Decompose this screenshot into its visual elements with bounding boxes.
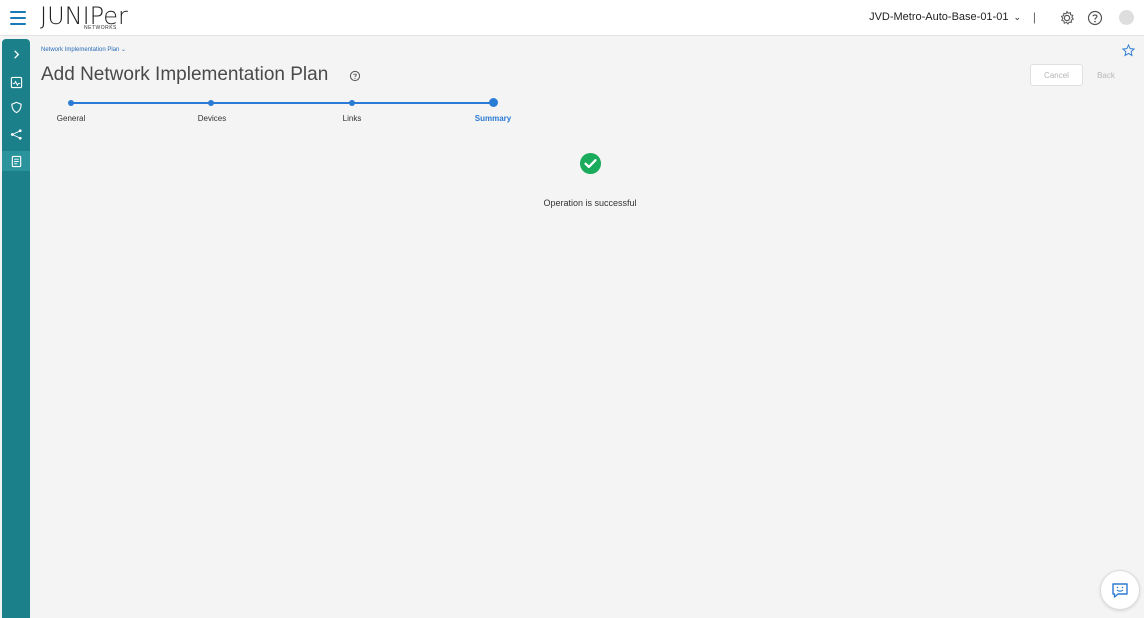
step-dot-devices: [208, 100, 214, 106]
chevron-down-icon: ⌄: [121, 47, 127, 53]
sidebar-item-expand[interactable]: [2, 44, 30, 64]
chat-button[interactable]: [1100, 570, 1140, 610]
sidebar-item-security[interactable]: [2, 97, 30, 117]
success-message: Operation is successful: [543, 198, 637, 208]
breadcrumb-label: Network Implementation Plan: [41, 47, 120, 53]
avatar[interactable]: [1119, 10, 1134, 25]
stepper-track: [71, 102, 494, 104]
cancel-button[interactable]: Cancel: [1030, 64, 1083, 86]
chevron-down-icon: ⌄: [1013, 12, 1021, 22]
help-circle-icon[interactable]: [349, 70, 361, 82]
site-selector[interactable]: JVD-Metro-Auto-Base-01-01 ⌄: [869, 11, 1021, 23]
sidebar-item-monitor[interactable]: [2, 72, 30, 92]
step-dot-summary: [489, 98, 498, 107]
step-label-devices: Devices: [197, 114, 227, 123]
sidebar: [2, 39, 30, 618]
step-label-general: General: [56, 114, 86, 123]
back-button[interactable]: Back: [1090, 64, 1122, 86]
sidebar-item-plans[interactable]: [2, 151, 30, 171]
shield-icon: [10, 101, 22, 113]
gear-icon[interactable]: [1057, 8, 1077, 28]
chevron-right-icon: [13, 49, 19, 59]
monitor-icon: [10, 76, 22, 88]
breadcrumb[interactable]: Network Implementation Plan ⌄: [41, 46, 126, 53]
chat-icon: [1112, 583, 1128, 598]
step-dot-general: [68, 100, 74, 106]
site-selector-value: JVD-Metro-Auto-Base-01-01: [869, 11, 1009, 23]
sidebar-item-topology[interactable]: [2, 124, 30, 144]
star-icon[interactable]: [1122, 44, 1135, 57]
step-dot-links: [349, 100, 355, 106]
step-label-summary: Summary: [474, 114, 512, 123]
step-label-links: Links: [342, 114, 362, 123]
logo-subtext: NETWORKS: [84, 25, 117, 31]
document-icon: [11, 155, 21, 167]
top-bar: JUNIPer NETWORKS JVD-Metro-Auto-Base-01-…: [0, 0, 1144, 36]
topology-icon: [10, 128, 22, 140]
help-circle-icon[interactable]: [1085, 8, 1105, 28]
hamburger-icon[interactable]: [10, 11, 26, 25]
check-circle-icon: [579, 152, 602, 175]
header-separator: |: [1032, 10, 1036, 24]
page-title: Add Network Implementation Plan: [41, 64, 329, 85]
juniper-logo: JUNIPer NETWORKS: [40, 3, 140, 33]
